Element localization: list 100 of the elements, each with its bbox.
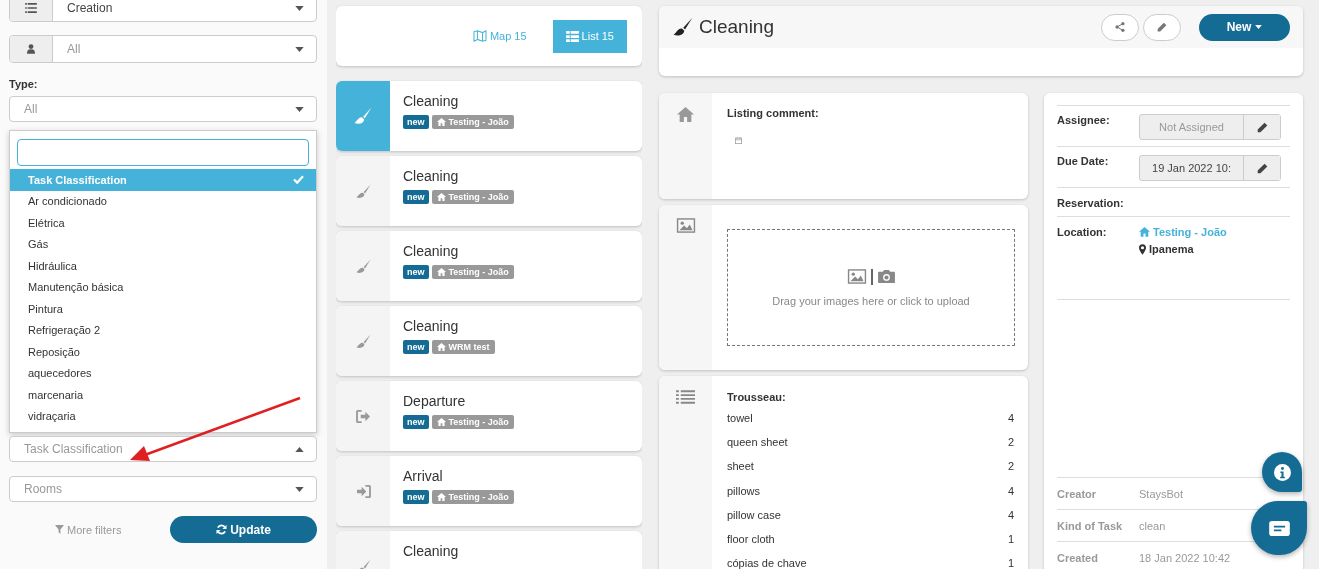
task-card[interactable]: Cleaning new Testing - João: [336, 156, 642, 226]
map-pin-icon: [1139, 243, 1146, 255]
dropdown-option[interactable]: Hidráulica: [10, 255, 316, 277]
item-name: pillows: [727, 484, 760, 497]
dropdown-option[interactable]: Elétrica: [10, 212, 316, 234]
dropdown-option[interactable]: Ar condicionado: [10, 190, 316, 212]
home-icon: [1139, 227, 1150, 237]
upload-dropzone[interactable]: Drag your images here or click to upload: [727, 229, 1015, 346]
home-icon: [436, 268, 446, 276]
edit-button[interactable]: [1243, 115, 1280, 139]
dropdown-option[interactable]: marcenaria: [10, 384, 316, 406]
field-label: Assignee:: [1057, 114, 1111, 128]
due-date-field[interactable]: 19 Jan 2022 10:: [1139, 155, 1281, 181]
task-title: Cleaning: [403, 318, 460, 334]
task-title: Departure: [403, 393, 467, 409]
camera-icon: [876, 269, 896, 284]
item-quantity: 2: [1007, 460, 1014, 473]
dropdown-option[interactable]: Gás: [10, 233, 316, 255]
calendar-icon: [735, 137, 742, 144]
task-card[interactable]: Cleaning new Testing - João: [336, 231, 642, 301]
edit-button[interactable]: [1243, 156, 1280, 180]
field-label: Due Date:: [1057, 155, 1110, 169]
item-quantity: 4: [1007, 484, 1014, 497]
dropdown-option[interactable]: Refrigeração 2: [10, 319, 316, 341]
item-name: sheet: [727, 460, 754, 473]
item-name: cópias de chave: [727, 557, 807, 569]
home-icon: [436, 193, 446, 201]
upload-hint: Drag your images here or click to upload: [772, 294, 970, 307]
task-title: Cleaning: [403, 168, 460, 184]
section-label: Listing comment:: [727, 107, 820, 119]
brush-icon: [354, 107, 372, 125]
item-quantity: 1: [1007, 533, 1014, 546]
dropdown-option[interactable]: Manutenção básica: [10, 276, 316, 298]
edit-button[interactable]: [1143, 13, 1181, 41]
item-quantity: 4: [1007, 508, 1014, 521]
meta-value: StaysBot: [1139, 487, 1184, 500]
location-name: Testing - João: [448, 492, 509, 502]
item-name: towel: [727, 412, 753, 425]
meta-label: Created: [1057, 551, 1098, 564]
share-button[interactable]: [1101, 13, 1139, 41]
item-quantity: 1: [1007, 557, 1014, 569]
list-icon: [676, 390, 695, 404]
list-icon: [25, 3, 37, 13]
pencil-icon: [1256, 162, 1268, 174]
task-card[interactable]: Cleaning: [336, 531, 642, 569]
status-badge: new: [403, 190, 429, 204]
pencil-icon: [1157, 22, 1167, 32]
item-quantity: 4: [1007, 412, 1014, 425]
dropdown-option[interactable]: Pintura: [10, 298, 316, 320]
task-card[interactable]: Cleaning new Testing - João: [336, 81, 642, 151]
new-button[interactable]: New: [1199, 13, 1290, 41]
meta-value: 18 Jan 2022 10:42: [1139, 551, 1231, 564]
meta-value: clean: [1139, 519, 1166, 532]
task-card[interactable]: Cleaning new WRM test: [336, 306, 642, 376]
item-name: floor cloth: [727, 533, 775, 546]
refresh-icon: [216, 524, 228, 535]
task-title: Arrival: [403, 468, 444, 484]
task-card[interactable]: Arrival new Testing - João: [336, 456, 642, 526]
home-icon: [436, 418, 446, 426]
brush-icon: [673, 17, 693, 37]
status-badge: new: [403, 490, 429, 504]
neighborhood: Ipanema: [1149, 243, 1194, 255]
status-badge: new: [403, 340, 429, 354]
dropdown-option[interactable]: aquecedores: [10, 362, 316, 384]
caret-icon: [295, 446, 304, 452]
location-name: Testing - João: [448, 267, 509, 277]
task-title: Cleaning: [403, 93, 460, 109]
update-button[interactable]: Update: [170, 516, 317, 543]
filter-label: Type:: [9, 78, 39, 90]
detail-title: Cleaning: [699, 16, 775, 38]
home-icon: [436, 493, 446, 501]
share-icon: [1115, 22, 1125, 32]
list-icon: [565, 30, 579, 42]
select-value: Creation: [67, 1, 113, 15]
caret-icon: [1255, 25, 1263, 29]
status-badge: new: [403, 265, 429, 279]
section-label: Trousseau:: [727, 391, 787, 403]
location-name: Testing - João: [448, 192, 509, 202]
image-icon: [846, 269, 867, 284]
dropdown-option[interactable]: vidraçaria: [10, 405, 316, 427]
task-card[interactable]: Departure new Testing - João: [336, 381, 642, 451]
pencil-icon: [1256, 121, 1268, 133]
caret-icon: [295, 106, 304, 112]
search-field[interactable]: [17, 139, 309, 166]
caret-icon: [295, 5, 304, 11]
status-badge: new: [403, 415, 429, 429]
select-value: All: [67, 42, 81, 56]
item-quantity: 2: [1007, 436, 1014, 449]
home-icon: [677, 107, 694, 122]
enter-icon: [355, 484, 371, 498]
meta-label: Creator: [1057, 487, 1097, 500]
filter-icon: [55, 525, 64, 534]
item-name: queen sheet: [727, 436, 788, 449]
caret-icon: [295, 486, 304, 492]
exit-icon: [355, 409, 371, 423]
meta-label: Kind of Task: [1057, 519, 1123, 532]
location-name: WRM test: [448, 342, 490, 352]
caret-icon: [295, 46, 304, 52]
user-icon: [27, 44, 35, 54]
dropdown-option[interactable]: Reposição: [10, 341, 316, 363]
